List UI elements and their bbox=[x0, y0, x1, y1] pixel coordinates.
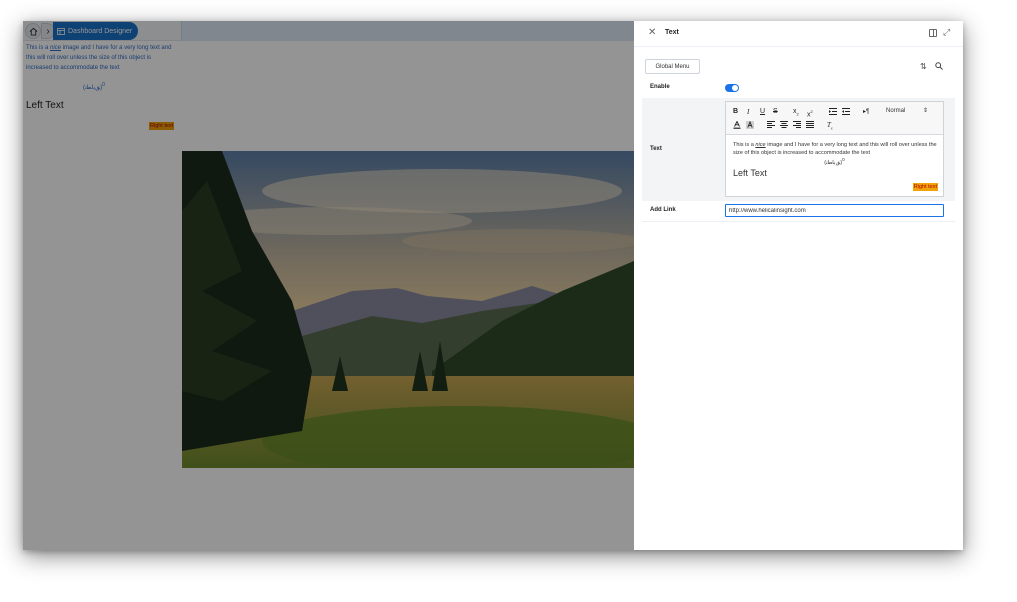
editor-paragraph[interactable]: This is a nice image and I have for a ve… bbox=[733, 141, 939, 157]
chevron-right-icon: › bbox=[46, 25, 50, 37]
background-color-icon[interactable] bbox=[746, 120, 754, 132]
dashboard-icon bbox=[57, 27, 65, 35]
align-left-icon[interactable] bbox=[767, 121, 775, 131]
arabic-text: (ﻖﺑﺎﻄﺗ)0 bbox=[83, 82, 105, 91]
clear-formatting-mark: x bbox=[830, 125, 833, 131]
global-menu-button[interactable]: Global Menu bbox=[645, 59, 700, 74]
outdent-icon[interactable] bbox=[842, 108, 850, 118]
arabic-text-value: (ﻖﺑﺎﻄﺗ) bbox=[83, 85, 103, 91]
toolbar-strip bbox=[181, 21, 634, 41]
text-widget-body[interactable]: This is a nice image and I have for a ve… bbox=[26, 43, 178, 73]
strikethrough-button[interactable]: S bbox=[773, 108, 778, 116]
font-color-icon[interactable] bbox=[733, 120, 741, 132]
arabic-sup: 0 bbox=[102, 82, 105, 88]
underline-button[interactable]: U bbox=[760, 108, 765, 116]
close-icon[interactable]: ✕ bbox=[648, 28, 658, 38]
long-text-emphasis: nice bbox=[50, 45, 62, 51]
subscript-button[interactable]: x2 bbox=[793, 108, 799, 118]
landscape-image[interactable] bbox=[182, 151, 634, 468]
home-icon bbox=[29, 27, 37, 36]
text-properties-panel: ✕ Text ⤢ Global Menu ⇅ Enable Text B I U… bbox=[634, 21, 963, 550]
enable-toggle[interactable] bbox=[725, 84, 739, 92]
right-text-highlight: Right text bbox=[149, 122, 175, 130]
bold-button[interactable]: B bbox=[733, 108, 738, 116]
search-icon[interactable] bbox=[935, 62, 943, 72]
editor-text-part: This is a bbox=[733, 142, 756, 148]
format-select[interactable]: Normal bbox=[886, 108, 905, 114]
superscript-mark: 2 bbox=[810, 109, 813, 114]
breadcrumb: › Dashboard Designer bbox=[23, 21, 634, 41]
text-label: Text bbox=[650, 146, 662, 152]
breadcrumb-home[interactable] bbox=[25, 23, 41, 39]
expand-icon[interactable]: ⤢ bbox=[943, 27, 950, 38]
row-divider bbox=[642, 221, 955, 222]
indent-icon[interactable] bbox=[829, 108, 837, 118]
editor-toolbar: B I U S x2 x2 ▸¶ Normal ⇕ Tx bbox=[726, 102, 943, 135]
align-center-icon[interactable] bbox=[780, 121, 788, 131]
breadcrumb-dashboard-designer[interactable]: Dashboard Designer bbox=[53, 22, 139, 40]
enable-label: Enable bbox=[650, 84, 670, 90]
align-right-icon[interactable] bbox=[793, 121, 801, 131]
editor-arabic-sup: 0 bbox=[842, 157, 845, 162]
format-select-caret-icon: ⇕ bbox=[923, 108, 929, 114]
panel-header: ✕ Text ⤢ bbox=[634, 21, 963, 47]
editor-left-heading[interactable]: Left Text bbox=[733, 168, 767, 178]
italic-button[interactable]: I bbox=[747, 108, 749, 116]
subscript-mark: 2 bbox=[796, 111, 799, 117]
breadcrumb-label: Dashboard Designer bbox=[68, 27, 133, 35]
editor-text-emphasis: nice bbox=[755, 142, 766, 148]
superscript-button[interactable]: x2 bbox=[807, 108, 813, 119]
editor-arabic-text[interactable]: (ﻖﺑﺎﻄﺗ)0 bbox=[726, 157, 943, 166]
editor-arabic-value: (ﻖﺑﺎﻄﺗ) bbox=[824, 159, 843, 166]
clear-formatting-button[interactable]: Tx bbox=[827, 121, 833, 132]
left-text-heading: Left Text bbox=[26, 100, 64, 111]
dashboard-canvas: › Dashboard Designer This is a nice imag… bbox=[23, 21, 634, 550]
panel-title: Text bbox=[665, 29, 679, 36]
add-link-input[interactable] bbox=[725, 204, 944, 217]
rich-text-editor[interactable]: B I U S x2 x2 ▸¶ Normal ⇕ Tx This is a n… bbox=[725, 101, 944, 197]
editor-right-highlight[interactable]: Right text bbox=[912, 183, 938, 191]
app-window: › Dashboard Designer This is a nice imag… bbox=[23, 21, 963, 550]
align-justify-icon[interactable] bbox=[806, 121, 814, 131]
add-link-label: Add Link bbox=[650, 207, 676, 213]
panel-layout-icon[interactable] bbox=[929, 29, 937, 37]
long-text-part: This is a bbox=[26, 45, 51, 51]
text-direction-button[interactable]: ▸¶ bbox=[863, 108, 869, 116]
sort-icon[interactable]: ⇅ bbox=[920, 62, 927, 71]
